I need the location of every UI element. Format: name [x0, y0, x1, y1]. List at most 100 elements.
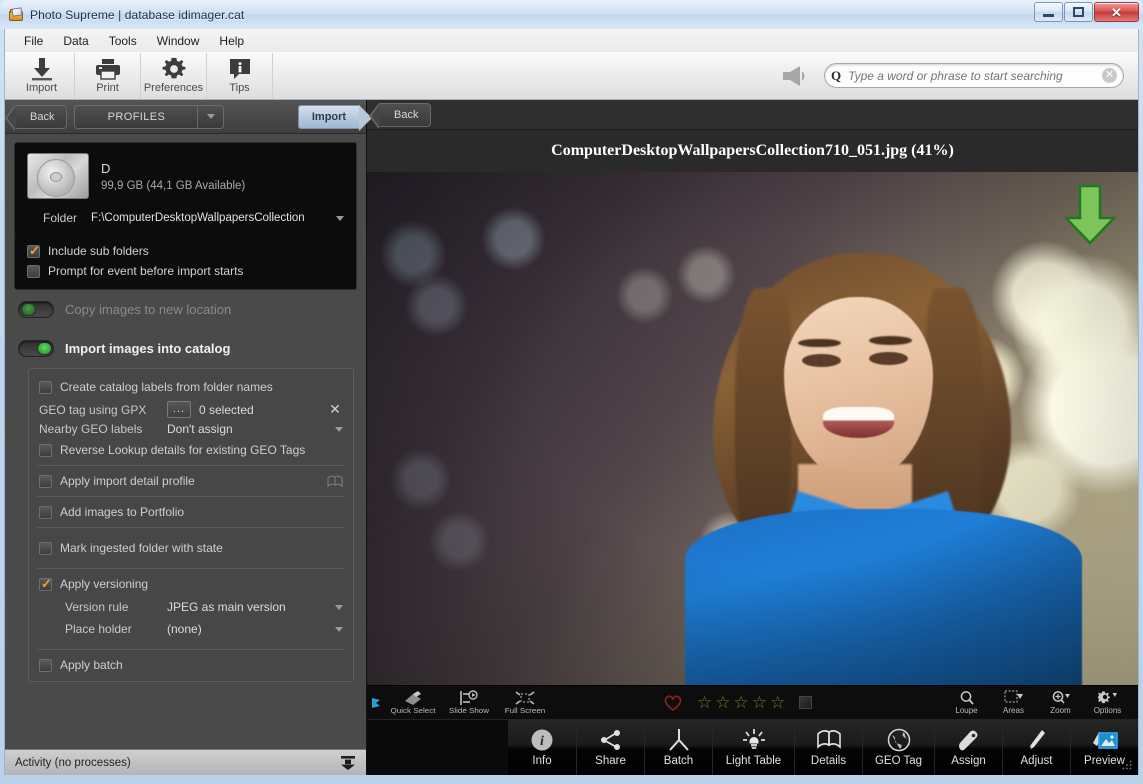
import-action-button[interactable]: Import: [298, 105, 372, 131]
loupe-button[interactable]: Loupe: [944, 690, 989, 715]
application-window: Photo Supreme | database idimager.cat ✕ …: [0, 0, 1143, 784]
apply-batch-checkbox[interactable]: [39, 658, 52, 672]
checkbox-row-versioning[interactable]: Apply versioning: [29, 572, 353, 596]
place-holder-row[interactable]: Place holder (none): [29, 616, 353, 646]
resize-grip[interactable]: [1122, 760, 1132, 770]
reverse-lookup-checkbox[interactable]: [39, 443, 52, 457]
menu-item-data[interactable]: Data: [54, 31, 97, 51]
rating-star-1[interactable]: ☆: [697, 694, 712, 711]
nav-button-share[interactable]: Share: [576, 720, 644, 775]
import-panel-scroll[interactable]: D 99,9 GB (44,1 GB Available) Folder F:\…: [5, 134, 366, 749]
menu-item-tools[interactable]: Tools: [100, 31, 146, 51]
search-bar[interactable]: Q ✕: [824, 63, 1124, 88]
place-holder-dropdown-icon[interactable]: [335, 626, 343, 632]
app-body: Back PROFILES Import D 99,9 GB (44,1 GB …: [4, 100, 1139, 775]
include-subfolders-checkbox[interactable]: [27, 243, 40, 259]
close-button[interactable]: ✕: [1094, 2, 1139, 22]
menu-item-file[interactable]: File: [15, 31, 52, 51]
search-input[interactable]: [848, 68, 1102, 83]
checkbox-row-portfolio[interactable]: Add images to Portfolio: [29, 500, 353, 524]
fullscreen-button[interactable]: Full Screen: [497, 690, 553, 715]
prompt-event-checkbox[interactable]: [27, 264, 40, 278]
nav-button-light-table[interactable]: Light Table: [712, 720, 794, 775]
nav-button-details[interactable]: Details: [794, 720, 862, 775]
versioning-checkbox[interactable]: [39, 576, 52, 592]
nav-label-adjust: Adjust: [1020, 755, 1053, 767]
gpx-clear-icon[interactable]: ✕: [327, 401, 343, 418]
create-labels-checkbox[interactable]: [39, 380, 52, 394]
nearby-geo-dropdown-icon[interactable]: [335, 426, 343, 432]
toolbar-button-import[interactable]: Import: [9, 52, 75, 99]
checkbox-row-include-subfolders[interactable]: Include sub folders: [27, 241, 344, 261]
menu-item-help[interactable]: Help: [210, 31, 253, 51]
minimize-button[interactable]: [1034, 2, 1063, 22]
checkbox-row-reverse-lookup[interactable]: Reverse Lookup details for existing GEO …: [29, 438, 353, 462]
copy-images-toggle[interactable]: [18, 301, 54, 318]
profiles-button[interactable]: PROFILES: [74, 104, 225, 129]
toolbar-button-tips[interactable]: Tips: [207, 52, 273, 99]
info-icon: i: [530, 728, 554, 752]
folder-dropdown-icon[interactable]: [336, 215, 344, 221]
rating-star-5[interactable]: ☆: [770, 694, 785, 711]
quick-select-button[interactable]: Quick Select: [385, 690, 441, 715]
place-holder-key: Place holder: [65, 622, 132, 636]
maximize-button[interactable]: [1064, 2, 1093, 22]
version-rule-dropdown-icon[interactable]: [335, 604, 343, 610]
collapse-down-icon[interactable]: [340, 755, 356, 770]
folder-label: Folder: [43, 211, 78, 225]
toggle-row-import-catalog[interactable]: Import images into catalog: [14, 329, 357, 368]
apply-batch-label: Apply batch: [60, 658, 123, 672]
image-viewer[interactable]: [367, 172, 1138, 685]
rating-star-2[interactable]: ☆: [715, 694, 730, 711]
zoom-button[interactable]: Zoom: [1038, 690, 1083, 715]
checkbox-row-prompt-event[interactable]: Prompt for event before import starts: [27, 261, 344, 281]
slideshow-button[interactable]: Slide Show: [441, 690, 497, 715]
checkbox-row-create-labels[interactable]: Create catalog labels from folder names: [29, 375, 353, 399]
version-rule-value: JPEG as main version: [167, 600, 286, 614]
nav-button-batch[interactable]: Batch: [644, 720, 712, 775]
mark-state-checkbox[interactable]: [39, 541, 52, 555]
nav-button-info[interactable]: i Info: [508, 720, 576, 775]
menu-bar: File Data Tools Window Help: [4, 29, 1139, 52]
toolbar-button-print[interactable]: Print: [75, 52, 141, 99]
rating-stars[interactable]: ☆ ☆ ☆ ☆ ☆: [697, 694, 785, 711]
nav-button-adjust[interactable]: Adjust: [1002, 720, 1070, 775]
options-gear-icon: [1097, 690, 1118, 706]
fullscreen-icon: [514, 690, 536, 706]
rating-star-3[interactable]: ☆: [734, 694, 749, 711]
nearby-geo-row[interactable]: Nearby GEO labels Don't assign: [29, 420, 353, 438]
toggle-row-copy-images[interactable]: Copy images to new location: [14, 290, 357, 329]
version-rule-row[interactable]: Version rule JPEG as main version: [29, 596, 353, 616]
portfolio-checkbox[interactable]: [39, 505, 52, 519]
options-button[interactable]: Options: [1085, 690, 1130, 715]
book-icon[interactable]: [327, 475, 343, 488]
chevron-down-icon[interactable]: [197, 105, 223, 128]
color-label-chip[interactable]: [799, 696, 813, 709]
areas-button[interactable]: Areas: [991, 690, 1036, 715]
import-catalog-toggle[interactable]: [18, 340, 54, 357]
pin-icon[interactable]: [371, 697, 383, 709]
preview-back-button[interactable]: Back: [368, 102, 432, 129]
areas-label: Areas: [1003, 706, 1024, 715]
nav-button-geo-tag[interactable]: GEO Tag: [862, 720, 934, 775]
checkbox-row-detail-profile[interactable]: Apply import detail profile: [29, 469, 353, 493]
left-back-button[interactable]: Back: [4, 104, 68, 131]
detail-profile-checkbox[interactable]: [39, 474, 52, 488]
activity-status-bar[interactable]: Activity (no processes): [5, 749, 366, 775]
gpx-browse-button[interactable]: ...: [167, 401, 191, 418]
checkbox-row-mark-state[interactable]: Mark ingested folder with state: [29, 531, 353, 565]
divider: [37, 527, 345, 528]
drive-row: D 99,9 GB (44,1 GB Available): [27, 153, 344, 199]
nav-button-assign[interactable]: Assign: [934, 720, 1002, 775]
drive-options-group: Include sub folders Prompt for event bef…: [14, 235, 357, 290]
search-clear-icon[interactable]: ✕: [1102, 68, 1117, 83]
megaphone-icon[interactable]: [780, 64, 810, 88]
rating-star-4[interactable]: ☆: [752, 694, 767, 711]
heart-icon[interactable]: [663, 694, 683, 712]
folder-selector[interactable]: Folder F:\ComputerDesktopWallpapersColle…: [27, 211, 344, 225]
checkbox-row-apply-batch[interactable]: Apply batch: [29, 653, 353, 681]
menu-item-window[interactable]: Window: [148, 31, 209, 51]
toolbar-button-preferences[interactable]: Preferences: [141, 52, 207, 99]
gpx-row[interactable]: GEO tag using GPX ... 0 selected ✕: [29, 399, 353, 420]
